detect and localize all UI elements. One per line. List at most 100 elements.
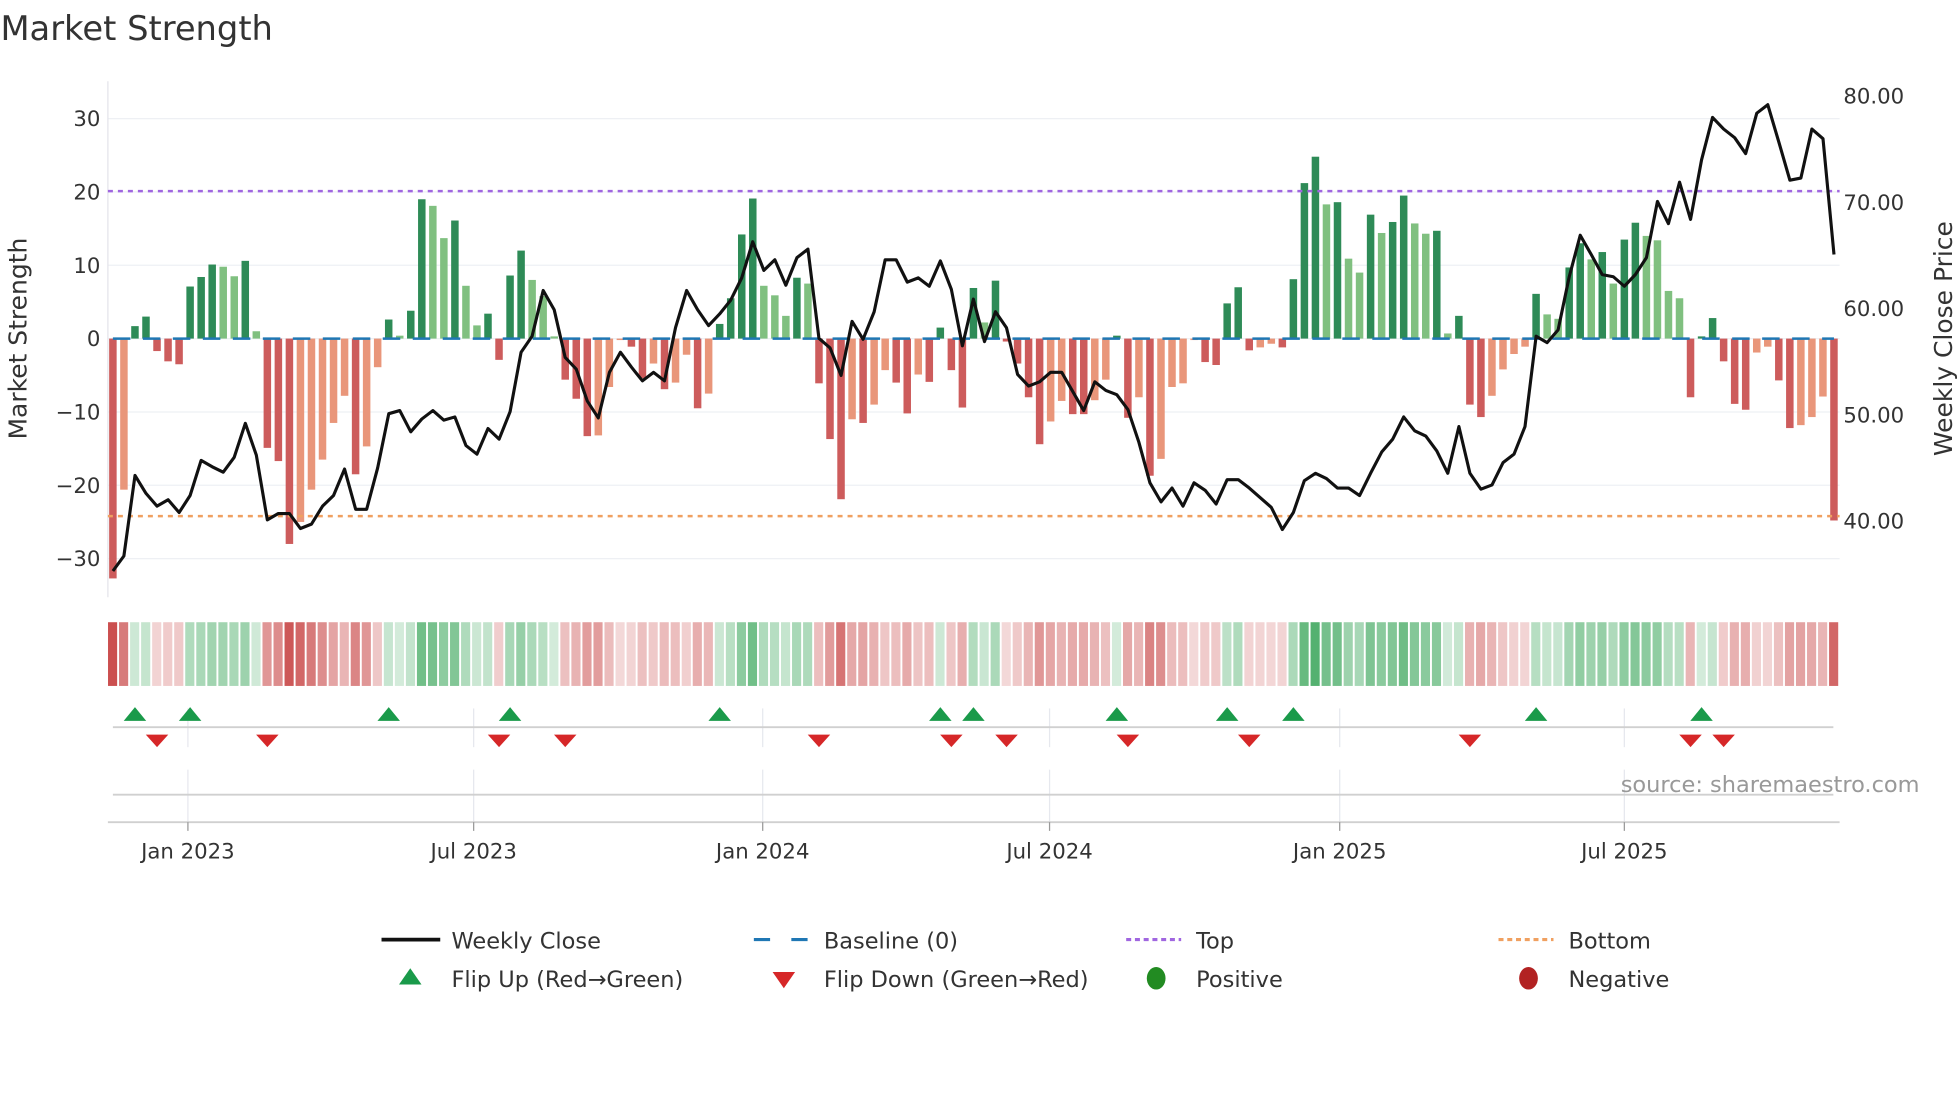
strength-strip-cell: [1442, 622, 1453, 686]
strength-strip-cell: [427, 622, 438, 686]
left-axis-title: Market Strength: [4, 238, 33, 440]
strength-bar: [462, 285, 470, 339]
left-axis-ticks: 30 20 10 0 −10 −20 −30: [56, 107, 101, 572]
strength-strip-cell: [725, 622, 735, 686]
legend-item-top: Top: [1126, 928, 1234, 954]
right-axis-ticks: 80.00 70.00 60.00 50.00 40.00: [1843, 85, 1904, 535]
strength-bar: [418, 199, 426, 339]
strength-strip-cell: [582, 622, 592, 686]
strength-strip-cell: [703, 622, 713, 686]
strength-strip-cell: [1310, 622, 1320, 686]
strength-bar: [693, 338, 702, 409]
flip-down-marker: [1116, 734, 1140, 748]
strength-strip-cell: [483, 622, 493, 686]
flip-up-marker: [377, 707, 400, 721]
strength-bar: [1234, 287, 1242, 339]
strength-bar: [1576, 243, 1584, 339]
strength-bar: [153, 338, 161, 352]
strength-strip-cell: [416, 622, 427, 686]
strength-bar: [859, 338, 867, 423]
strength-strip-cell: [1663, 622, 1673, 686]
strength-strip-cell: [218, 622, 228, 686]
strength-strip-cell: [1145, 622, 1155, 686]
strength-strip-cell: [769, 622, 780, 686]
red-dot-icon: [1519, 967, 1538, 990]
strength-strip-cell: [1542, 622, 1552, 686]
strength-strip-cell: [1266, 622, 1276, 686]
strength-strip-cell: [1045, 622, 1055, 686]
strength-strip-cell: [251, 622, 261, 686]
strength-strip-cell: [1740, 622, 1750, 686]
strength-bar: [1433, 230, 1441, 339]
flip-up-marker: [1215, 707, 1239, 721]
strength-strip-cell: [1343, 622, 1353, 686]
strength-strip-cell: [1332, 622, 1342, 686]
strength-bar: [583, 338, 592, 437]
strength-strip-cell: [957, 622, 967, 686]
market-strength-chart: Market Strength 30 20 10 0 −10 −20 −30 80.00 70…: [0, 9, 1958, 993]
strength-strip-cell: [1078, 622, 1089, 686]
strength-strip-cell: [505, 622, 515, 686]
x-tick-label: Jan 2024: [714, 839, 810, 864]
flip-down-marker: [995, 734, 1018, 748]
strength-bar: [1212, 338, 1220, 365]
strength-strip-cell: [516, 622, 526, 686]
legend-label: Negative: [1568, 967, 1669, 993]
strength-bar: [318, 338, 327, 460]
strength-strip-cell: [1056, 622, 1066, 686]
strength-bar: [473, 325, 481, 339]
y2-tick-label: 70.00: [1843, 191, 1904, 216]
strength-bar: [307, 338, 316, 490]
strength-bar: [782, 315, 790, 339]
strength-bar: [1653, 240, 1662, 339]
strength-strip-cell: [494, 622, 504, 686]
strength-bar: [1388, 221, 1397, 339]
strength-strip-cell: [1001, 622, 1011, 686]
strength-bar: [1598, 252, 1607, 339]
strength-strip-cell: [1134, 622, 1144, 686]
strength-strip-cell: [196, 622, 206, 686]
strength-bar: [1157, 338, 1165, 459]
strength-bar: [407, 310, 415, 339]
strength-bar: [131, 326, 139, 339]
strength-heat-strip: [108, 622, 1839, 686]
strength-strip-cell: [714, 622, 724, 686]
strength-strip-cell: [880, 622, 890, 686]
strength-bar: [1322, 204, 1331, 339]
legend: Weekly Close Baseline (0) Top Bottom Fli…: [381, 928, 1669, 993]
y2-tick-label: 60.00: [1843, 297, 1904, 322]
strength-strip-cell: [891, 622, 901, 686]
x-tick-label: Jul 2023: [428, 839, 516, 864]
strength-bar: [1035, 338, 1044, 445]
x-tick-label: Jul 2024: [1004, 839, 1092, 864]
strength-bar: [1068, 338, 1077, 415]
strength-bar: [870, 338, 878, 405]
strength-bar: [1741, 338, 1750, 410]
strength-strip-cell: [361, 622, 371, 686]
strength-bar: [1300, 183, 1309, 339]
strength-bar: [241, 260, 250, 339]
strength-bar: [1102, 338, 1110, 380]
strength-strip-cell: [1641, 622, 1651, 686]
strength-strip-cell: [1288, 622, 1298, 686]
strength-strip-cell: [858, 622, 868, 686]
strength-bar: [1664, 290, 1673, 339]
strength-strip-cell: [108, 622, 118, 686]
strength-strip-cell: [1299, 622, 1309, 686]
strength-strip-cell: [1751, 622, 1761, 686]
strength-strip-cell: [141, 622, 151, 686]
strength-strip-cell: [372, 622, 382, 686]
strength-strip-cell: [1608, 622, 1618, 686]
strength-strip-cell: [240, 622, 250, 686]
strength-bar: [1510, 338, 1518, 354]
strength-bar: [815, 338, 823, 384]
strength-bar: [1179, 338, 1187, 384]
strength-bar: [517, 250, 525, 339]
strength-strip-cell: [438, 622, 449, 686]
strength-strip-cell: [913, 622, 923, 686]
flip-up-marker: [1524, 707, 1548, 721]
strength-strip-cell: [1487, 622, 1497, 686]
strength-bar: [1146, 338, 1154, 476]
strength-bar: [1830, 338, 1838, 521]
x-tick-label: Jul 2025: [1579, 839, 1667, 864]
